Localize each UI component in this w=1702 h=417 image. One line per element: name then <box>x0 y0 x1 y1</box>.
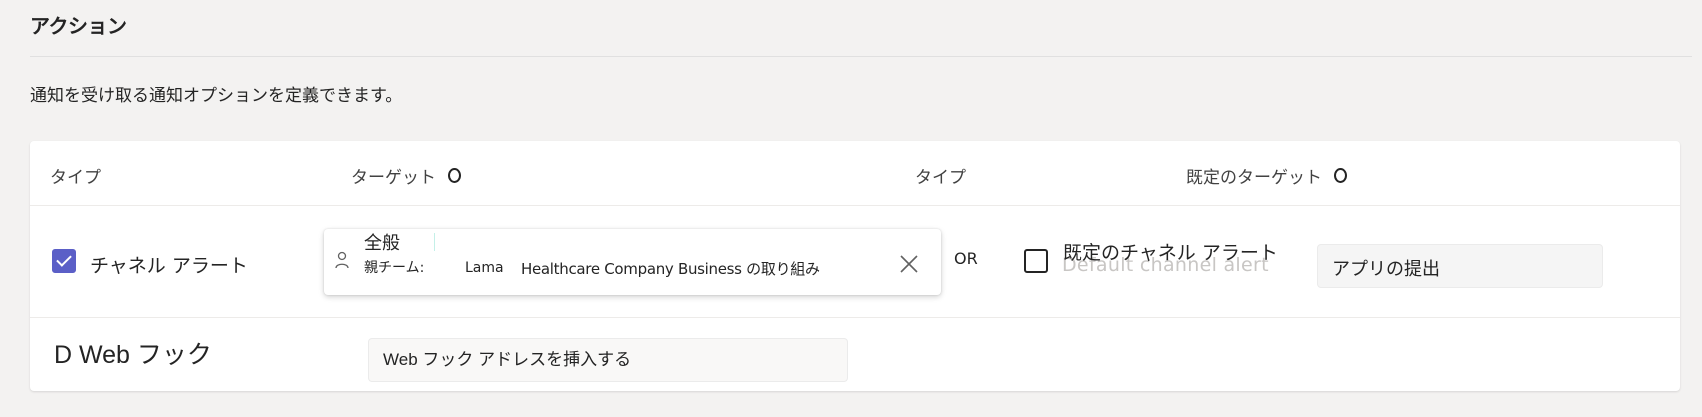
header-type-left-label: タイプ <box>50 168 101 188</box>
channel-picker[interactable]: 全般 親チーム: Lama Healthcare Company Busines… <box>324 229 941 295</box>
picker-parent-team-label: 親チーム: <box>364 260 425 276</box>
picker-channel-name: 全般 <box>364 233 400 254</box>
channel-alert-checkbox[interactable] <box>52 249 76 273</box>
webhook-address-input[interactable] <box>368 338 848 382</box>
info-icon[interactable] <box>448 168 461 183</box>
header-type-right: タイプ <box>915 163 966 188</box>
header-default-target: 既定のターゲット <box>1186 163 1347 188</box>
person-icon <box>335 251 349 269</box>
section-description: 通知を受け取る通知オプションを定義できます。 <box>30 86 403 106</box>
header-type-left: タイプ <box>50 163 101 188</box>
header-type-right-label: タイプ <box>915 168 966 188</box>
info-icon[interactable] <box>1334 168 1347 183</box>
header-default-target-label: 既定のターゲット <box>1186 168 1322 188</box>
row-separator <box>30 317 1680 318</box>
row-separator <box>30 205 1680 206</box>
section-title: アクション <box>30 14 127 38</box>
picker-team-name: Lama <box>465 260 504 276</box>
close-icon[interactable] <box>898 253 920 275</box>
webhook-label: D Web フック <box>54 341 212 369</box>
text-caret <box>434 233 435 251</box>
default-channel-alert-checkbox[interactable] <box>1024 249 1048 273</box>
actions-card: タイプ ターゲット タイプ 既定のターゲット チャネル アラート 全般 親チーム… <box>30 141 1680 391</box>
or-label: OR <box>954 249 978 268</box>
picker-organization: Healthcare Company Business の取り組み <box>521 260 820 278</box>
section-divider <box>30 56 1692 57</box>
header-target: ターゲット <box>351 163 461 188</box>
default-target-field[interactable]: アプリの提出 <box>1317 244 1603 288</box>
header-target-label: ターゲット <box>351 168 436 188</box>
channel-alert-label: チャネル アラート <box>90 255 248 277</box>
default-channel-alert-label: 既定のチャネル アラート <box>1063 242 1278 264</box>
